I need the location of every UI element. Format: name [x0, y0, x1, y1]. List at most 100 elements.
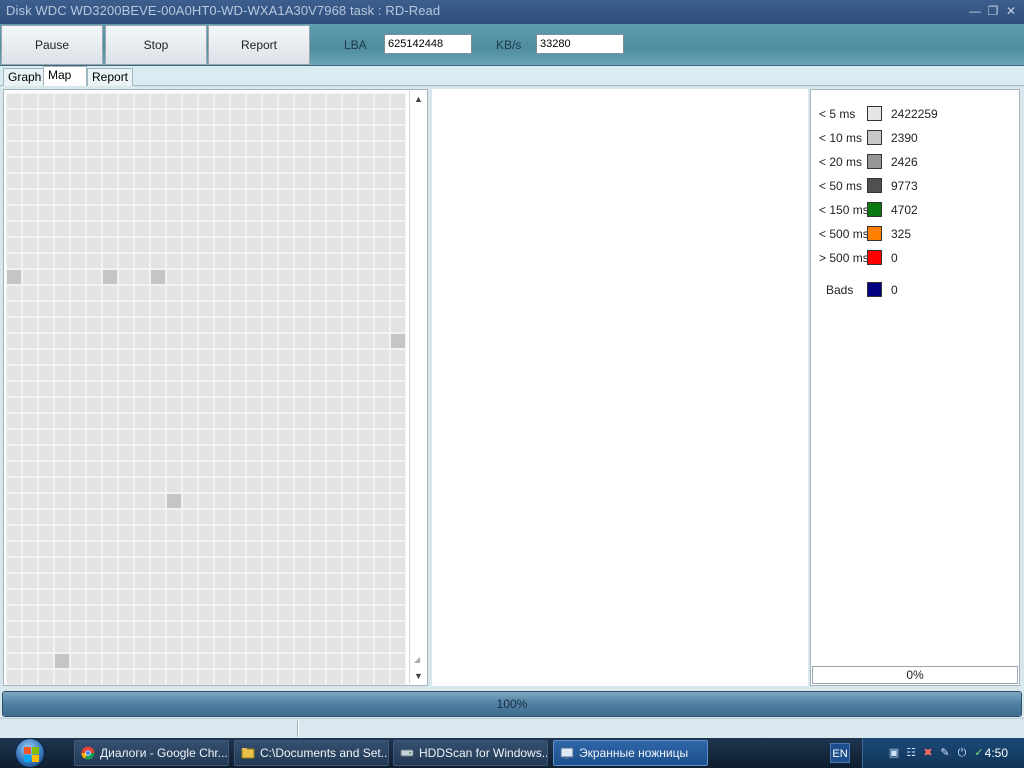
scroll-grip-icon: ◢ — [414, 655, 421, 664]
language-indicator[interactable]: EN — [830, 743, 850, 763]
map-block — [310, 317, 326, 333]
tab-report[interactable]: Report — [87, 68, 134, 86]
map-block — [310, 509, 326, 525]
map-block — [278, 269, 294, 285]
map-block — [246, 365, 262, 381]
lba-field[interactable]: 625142448 — [384, 34, 472, 54]
map-block — [246, 429, 262, 445]
taskbar-item-chrome[interactable]: Диалоги - Google Chr... — [74, 740, 229, 766]
map-block — [326, 525, 342, 541]
map-block — [22, 541, 38, 557]
map-block — [38, 445, 54, 461]
map-block — [38, 637, 54, 653]
report-button[interactable]: Report — [208, 25, 310, 65]
tab-map[interactable]: Map — [43, 66, 87, 87]
map-block — [294, 413, 310, 429]
map-block — [150, 589, 166, 605]
volume-muted-icon[interactable]: ✖ — [921, 746, 935, 760]
map-block — [118, 557, 134, 573]
map-scrollbar[interactable]: ▲ ◢ ▼ — [409, 91, 426, 684]
map-block — [198, 285, 214, 301]
map-block — [246, 301, 262, 317]
map-block — [310, 173, 326, 189]
map-block — [118, 461, 134, 477]
map-block — [150, 653, 166, 669]
pause-button[interactable]: Pause — [1, 25, 103, 65]
map-block — [374, 605, 390, 621]
map-block — [358, 669, 374, 685]
taskbar-item-explorer[interactable]: C:\Documents and Set... — [234, 740, 389, 766]
map-block — [390, 381, 406, 397]
legend-label: < 150 ms — [819, 203, 869, 217]
legend-label: < 10 ms — [819, 131, 863, 145]
map-block — [150, 189, 166, 205]
map-block — [86, 333, 102, 349]
map-block — [278, 477, 294, 493]
map-block — [214, 141, 230, 157]
tab-graph[interactable]: Graph — [3, 68, 47, 86]
close-icon[interactable]: ✕ — [1004, 3, 1018, 19]
map-block — [38, 381, 54, 397]
map-block — [38, 173, 54, 189]
map-block — [54, 525, 70, 541]
clock[interactable]: 4:50 — [985, 746, 1008, 760]
map-block — [38, 93, 54, 109]
map-block — [38, 269, 54, 285]
map-block — [102, 637, 118, 653]
map-block — [166, 653, 182, 669]
power-icon[interactable]: ⏻ — [955, 746, 969, 760]
start-button[interactable] — [8, 738, 52, 768]
map-block — [214, 253, 230, 269]
map-block — [54, 301, 70, 317]
map-block — [182, 381, 198, 397]
map-block — [6, 573, 22, 589]
map-block — [278, 109, 294, 125]
map-block — [342, 637, 358, 653]
map-block — [214, 669, 230, 685]
map-block — [198, 253, 214, 269]
map-block — [390, 285, 406, 301]
kbs-field[interactable]: 33280 — [536, 34, 624, 54]
map-block — [374, 413, 390, 429]
taskbar-item-snipping-tool[interactable]: Экранные ножницы — [553, 740, 708, 766]
map-block — [182, 477, 198, 493]
map-block — [310, 381, 326, 397]
scroll-up-icon[interactable]: ▲ — [410, 91, 427, 107]
stop-button[interactable]: Stop — [105, 25, 207, 65]
map-block — [358, 557, 374, 573]
minimize-icon[interactable]: — — [968, 3, 982, 19]
map-block — [118, 413, 134, 429]
map-block — [6, 269, 22, 285]
map-block — [342, 125, 358, 141]
map-block — [70, 125, 86, 141]
map-block — [358, 317, 374, 333]
taskbar-item-hddscan[interactable]: HDDScan for Windows... — [393, 740, 548, 766]
map-block — [134, 173, 150, 189]
network-icon[interactable]: ▣ — [887, 746, 901, 760]
map-block — [294, 301, 310, 317]
pen-icon[interactable]: ✎ — [938, 746, 952, 760]
map-block — [38, 621, 54, 637]
map-block — [230, 541, 246, 557]
map-block — [342, 221, 358, 237]
map-block — [54, 653, 70, 669]
map-block — [310, 157, 326, 173]
map-block — [262, 349, 278, 365]
map-block — [214, 317, 230, 333]
wifi-icon[interactable]: ☷ — [904, 746, 918, 760]
map-block — [102, 525, 118, 541]
restore-icon[interactable]: ❐ — [986, 3, 1000, 19]
map-block — [278, 557, 294, 573]
map-block — [182, 365, 198, 381]
map-block — [246, 637, 262, 653]
map-block — [214, 429, 230, 445]
map-block — [246, 381, 262, 397]
map-block — [358, 397, 374, 413]
map-block — [150, 157, 166, 173]
map-block — [6, 525, 22, 541]
map-block — [198, 205, 214, 221]
map-block — [310, 269, 326, 285]
map-block — [230, 605, 246, 621]
map-block — [214, 525, 230, 541]
scroll-down-icon[interactable]: ▼ — [410, 668, 427, 684]
